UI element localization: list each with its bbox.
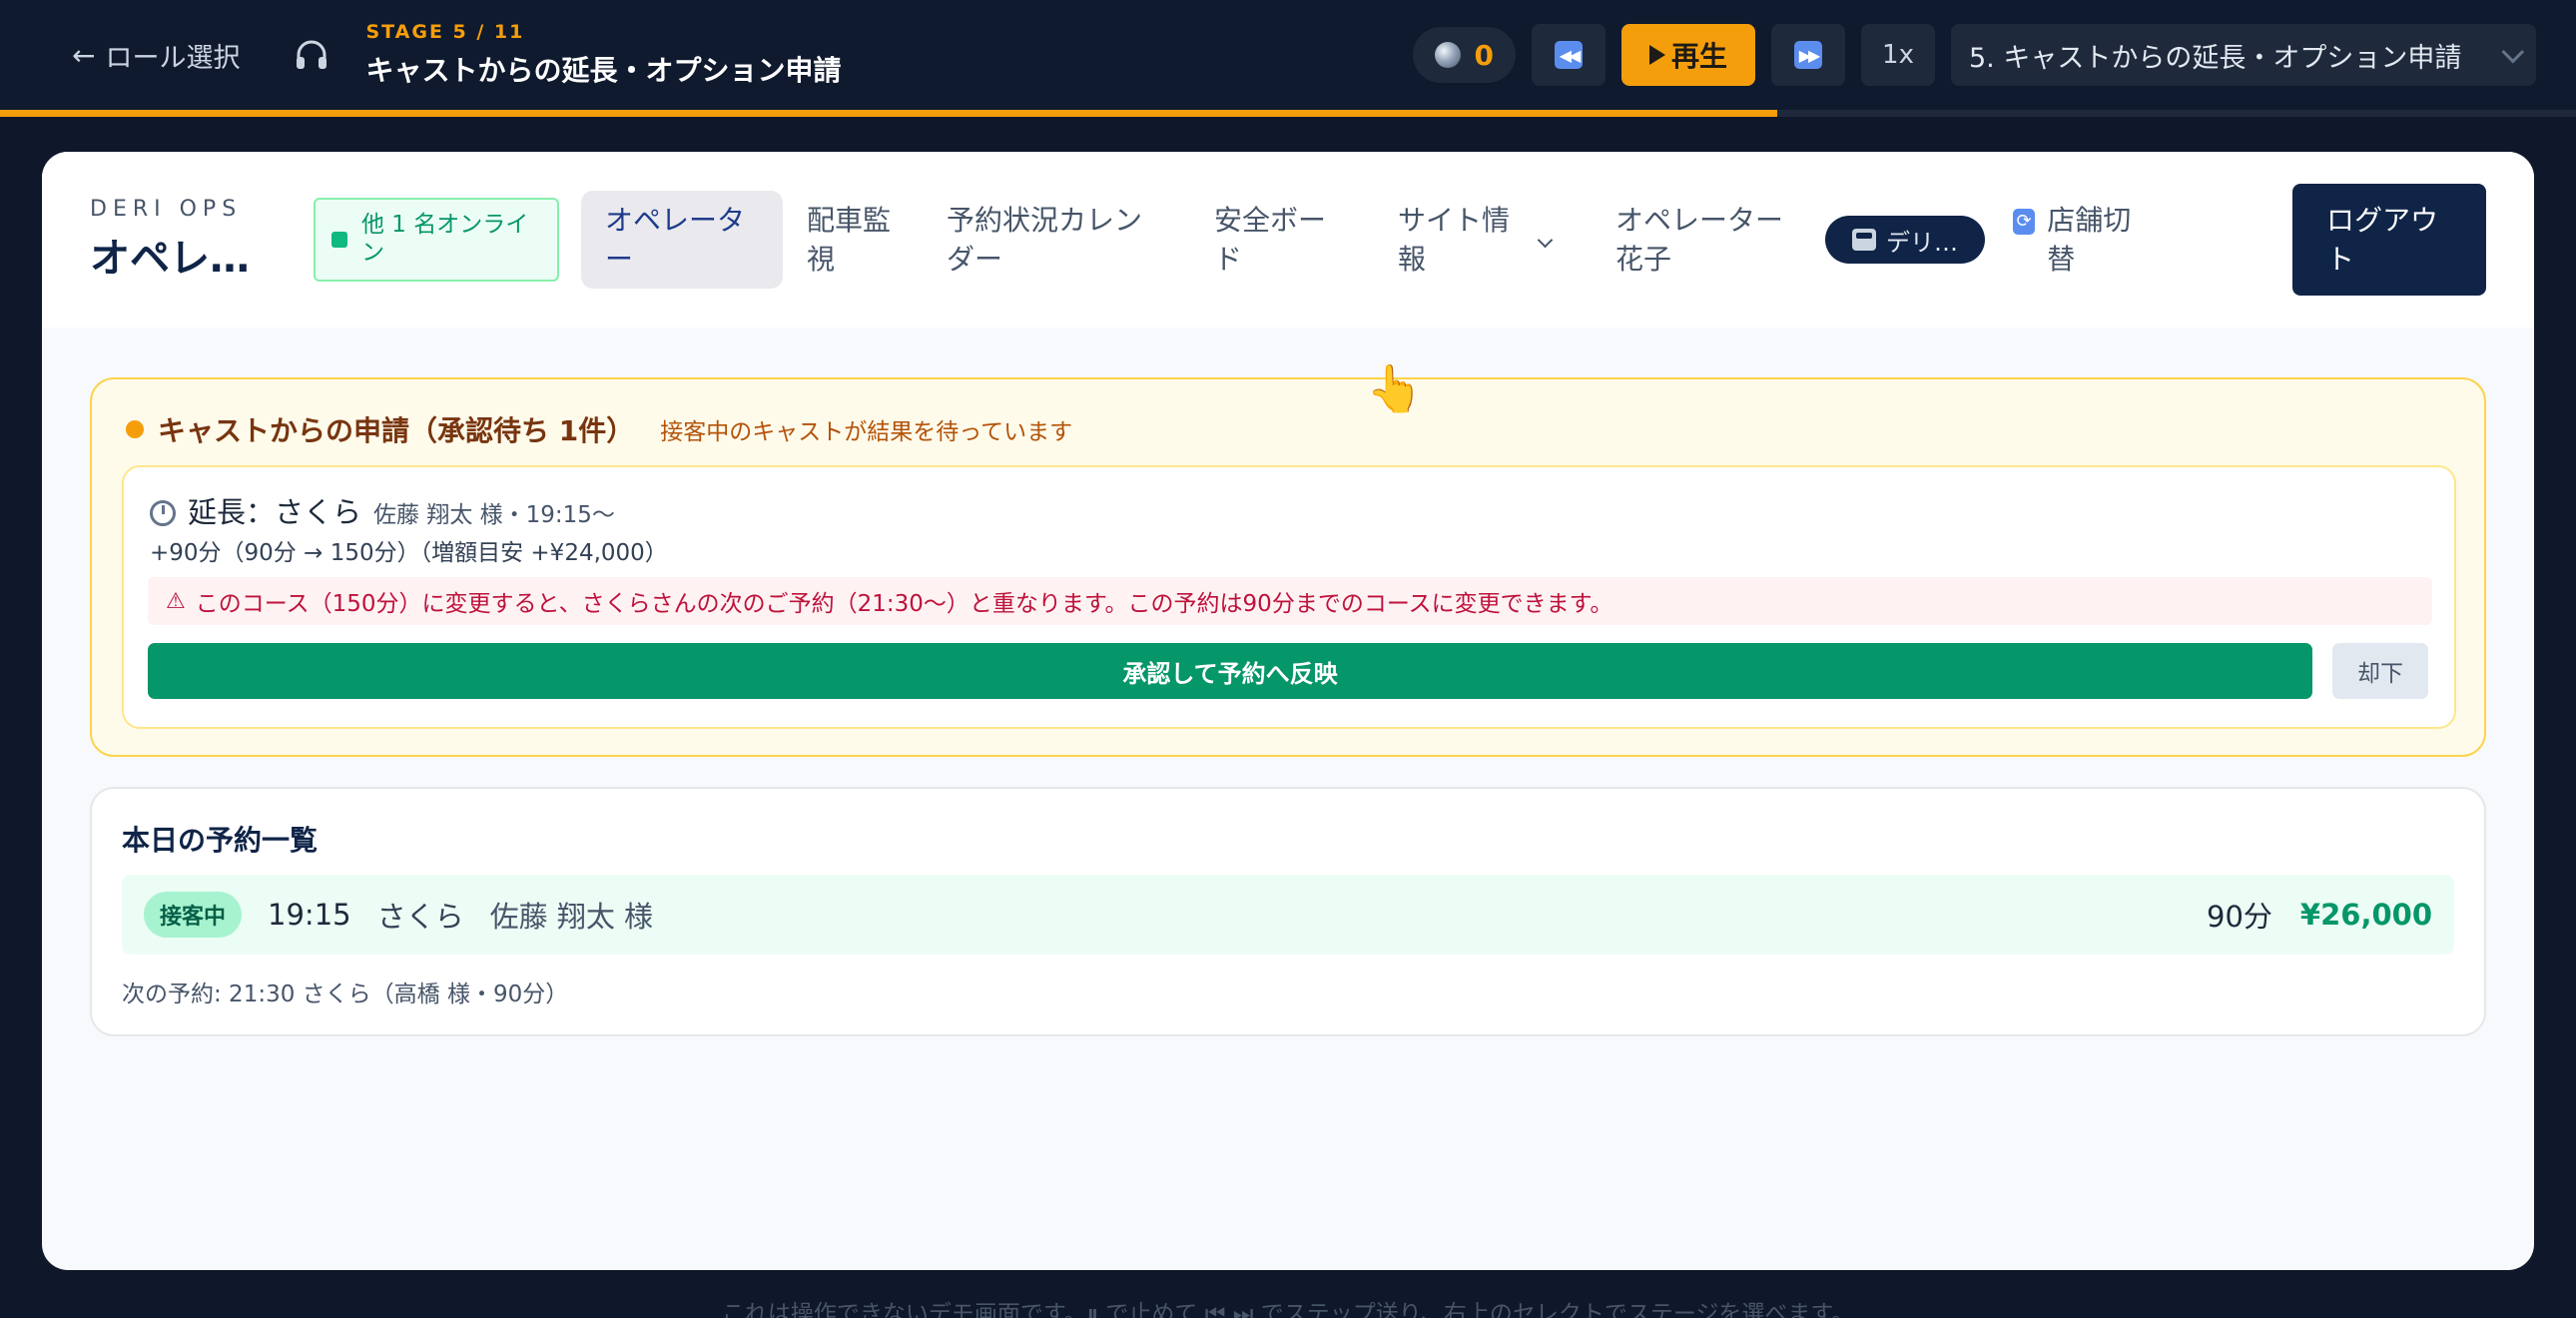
headphones-icon bbox=[297, 40, 327, 69]
nav-item-safety-board[interactable]: 安全ボード bbox=[1190, 191, 1374, 289]
today-title: 本日の予約一覧 bbox=[122, 824, 319, 857]
reservation-price: ¥26,000 bbox=[2299, 898, 2432, 932]
stage-progress-bar bbox=[0, 110, 2576, 117]
nav-menu: オペレーター 配車監視 予約状況カレンダー 安全ボード サイト情報 オペレーター… bbox=[581, 190, 1821, 290]
reservation-row[interactable]: 接客中 19:15 さくら 佐藤 翔太 様 90分 ¥26,000 bbox=[122, 875, 2454, 955]
today-reservations-panel: 本日の予約一覧 接客中 19:15 さくら 佐藤 翔太 様 90分 ¥26,00… bbox=[90, 787, 2486, 1036]
stage-info: STAGE 5 / 11 キャストからの延長・オプション申請 bbox=[365, 21, 841, 89]
app-navbar: DERI OPS オペレー… 他 1 名オンライン オペレーター 配車監視 予約… bbox=[42, 152, 2534, 328]
logout-button[interactable]: ログアウト bbox=[2292, 184, 2486, 296]
conflict-warning: ⚠ このコース（150分）に変更すると、さくらさんの次のご予約（21:30〜）と… bbox=[148, 577, 2432, 625]
switch-store-button[interactable]: ⟳ 店舗切替 bbox=[2013, 201, 2143, 279]
play-label: 再生 bbox=[1670, 40, 1727, 73]
approve-button[interactable]: 承認して予約へ反映 bbox=[148, 643, 2312, 699]
stage-select-value: 5. キャストからの延長・オプション申請 bbox=[1969, 42, 2462, 74]
app-window: DERI OPS オペレー… 他 1 名オンライン オペレーター 配車監視 予約… bbox=[42, 152, 2534, 1270]
nav-item-label: 予約状況カレンダー bbox=[947, 203, 1143, 276]
speed-button[interactable]: 1x bbox=[1861, 24, 1935, 86]
back-to-role-select-link[interactable]: ← ロール選択 bbox=[72, 36, 240, 75]
cast-request-panel: キャストからの申請（承認待ち 1件） 接客中のキャストが結果を待っています 延長… bbox=[90, 377, 2486, 757]
nav-item-label: 配車監視 bbox=[807, 203, 892, 276]
nav-item-label: 安全ボード bbox=[1214, 203, 1327, 276]
next-reservation-note: 次の予約: 21:30 さくら（高橋 様・90分） bbox=[122, 982, 569, 1007]
step-back-button[interactable]: ◀◀ bbox=[1532, 24, 1606, 86]
store-icon bbox=[1852, 229, 1876, 251]
approve-label: 承認して予約へ反映 bbox=[1122, 659, 1338, 688]
nav-item-label: オペレーター 花子 bbox=[1615, 203, 1784, 276]
store-chip[interactable]: デリ… bbox=[1825, 216, 1985, 264]
logout-label: ログアウト bbox=[2326, 203, 2439, 276]
chevron-down-icon bbox=[2501, 40, 2525, 64]
nav-item-reservation-calendar[interactable]: 予約状況カレンダー bbox=[923, 191, 1190, 289]
extension-label: 延長：さくら bbox=[188, 495, 362, 529]
counter-value: 0 bbox=[1474, 38, 1494, 72]
stage-counter: STAGE 5 / 11 bbox=[365, 21, 525, 43]
warning-icon: ⚠ bbox=[166, 588, 186, 614]
reservation-time: 19:15 bbox=[268, 898, 351, 932]
reservation-summary: 90分 ¥26,000 bbox=[2207, 894, 2432, 936]
stage-title: キャストからの延長・オプション申請 bbox=[365, 54, 842, 87]
play-icon bbox=[1648, 45, 1665, 65]
demo-footer-hint: これは操作できないデモ画面です。⏸ で止めて ⏮ ⏭ でステップ送り、右上のセレ… bbox=[721, 1301, 1855, 1318]
playback-controls: 0 ◀◀ 再生 ▶▶ 1x 5. キャストからの延長・オプション申請 bbox=[1412, 24, 2536, 86]
extension-meta: 佐藤 翔太 様・19:15〜 bbox=[373, 502, 615, 528]
brand-kicker: DERI OPS bbox=[90, 196, 243, 222]
refresh-icon: ⟳ bbox=[2013, 208, 2036, 235]
reject-button[interactable]: 却下 bbox=[2332, 643, 2428, 699]
reject-label: 却下 bbox=[2357, 661, 2403, 687]
stage-progress-fill bbox=[0, 110, 1778, 117]
request-subtitle: 接客中のキャストが結果を待っています bbox=[660, 419, 1073, 445]
store-chip-label: デリ… bbox=[1886, 228, 1958, 257]
back-label: ロール選択 bbox=[105, 42, 241, 74]
nav-item-dispatch-monitor[interactable]: 配車監視 bbox=[783, 191, 923, 289]
warning-text: このコース（150分）に変更すると、さくらさんの次のご予約（21:30〜）と重な… bbox=[195, 591, 1613, 617]
speed-label: 1x bbox=[1882, 40, 1914, 70]
online-status-icon bbox=[331, 232, 347, 248]
request-header: キャストからの申請（承認待ち 1件） 接客中のキャストが結果を待っています bbox=[126, 409, 1072, 449]
pointing-hand-cursor-icon: 👆 bbox=[1366, 361, 1424, 415]
nav-item-site-info[interactable]: サイト情報 bbox=[1374, 191, 1592, 289]
step-forward-button[interactable]: ▶▶ bbox=[1771, 24, 1845, 86]
reservation-cast: さくら bbox=[376, 900, 464, 934]
extension-detail: +90分（90分 → 150分）（増額目安 +¥24,000） bbox=[150, 540, 668, 566]
stage-select[interactable]: 5. キャストからの延長・オプション申請 bbox=[1951, 24, 2536, 86]
pending-dot-icon bbox=[126, 420, 144, 438]
nav-item-operator[interactable]: オペレーター bbox=[581, 190, 783, 290]
switch-store-label: 店舗切替 bbox=[2047, 203, 2132, 276]
arrow-left-icon: ← bbox=[72, 38, 96, 72]
nav-item-label: オペレーター bbox=[605, 203, 746, 276]
nav-item-current-user[interactable]: オペレーター 花子 bbox=[1592, 191, 1821, 289]
demo-toolbar: ← ロール選択 STAGE 5 / 11 キャストからの延長・オプション申請 0… bbox=[0, 0, 2576, 110]
score-counter: 0 bbox=[1412, 27, 1516, 83]
online-badge-label: 他 1 名オンライン bbox=[361, 212, 529, 266]
request-title: キャストからの申請（承認待ち 1件） bbox=[158, 414, 635, 447]
play-button[interactable]: 再生 bbox=[1621, 24, 1755, 86]
fast-forward-icon: ▶▶ bbox=[1794, 41, 1822, 69]
moon-icon bbox=[1434, 42, 1461, 68]
online-presence-badge: 他 1 名オンライン bbox=[314, 198, 559, 282]
status-badge: 接客中 bbox=[144, 892, 243, 938]
stopwatch-icon bbox=[150, 500, 176, 526]
reservation-duration: 90分 bbox=[2207, 900, 2272, 934]
extension-summary: 延長：さくら 佐藤 翔太 様・19:15〜 bbox=[150, 489, 615, 531]
nav-item-label: サイト情報 bbox=[1398, 203, 1511, 276]
reservation-customer: 佐藤 翔太 様 bbox=[489, 900, 654, 934]
rewind-icon: ◀◀ bbox=[1555, 41, 1583, 69]
brand: DERI OPS オペレー… bbox=[90, 197, 290, 284]
request-item: 延長：さくら 佐藤 翔太 様・19:15〜 +90分（90分 → 150分）（増… bbox=[122, 465, 2456, 729]
chevron-down-icon bbox=[1537, 232, 1554, 248]
brand-title: オペレー… bbox=[90, 235, 280, 282]
